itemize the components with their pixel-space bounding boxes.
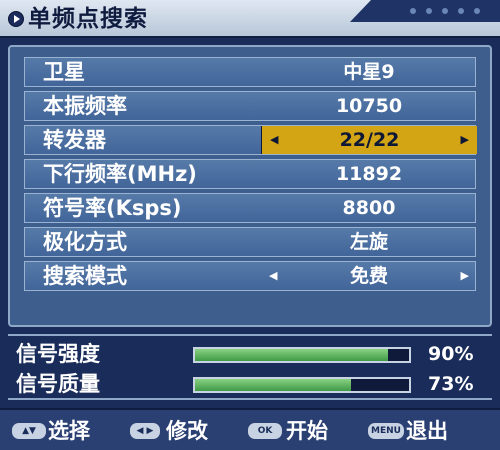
- arrow-right-icon[interactable]: ▶: [461, 262, 469, 290]
- help-exit-label: 退出: [406, 419, 448, 443]
- param-value-selected[interactable]: ◀ 22/22 ▶: [261, 126, 477, 154]
- param-value: 11892: [335, 163, 403, 185]
- param-row-transponder[interactable]: 转发器 ◀ 22/22 ▶: [24, 125, 477, 155]
- signal-quality-fill: [195, 379, 352, 391]
- menu-key-icon: MENU: [368, 423, 404, 439]
- up-down-key-icon: ▲▼: [12, 423, 46, 439]
- param-value: 8800: [342, 197, 396, 219]
- signal-quality-label: 信号质量: [16, 372, 100, 396]
- param-value-text: 22/22: [339, 129, 400, 151]
- help-start-label: 开始: [286, 419, 328, 443]
- param-label: 卫星: [43, 60, 85, 84]
- param-label: 极化方式: [43, 230, 127, 254]
- param-label: 本振频率: [43, 94, 127, 118]
- param-row-symbol-rate[interactable]: 符号率(Ksps) 8800: [24, 193, 476, 223]
- page-title: 单频点搜索: [28, 6, 148, 32]
- left-right-key-icon: ◀ ▶: [130, 423, 160, 439]
- signal-strength-fill: [195, 349, 388, 361]
- deco-dot: [426, 8, 432, 14]
- help-select-label: 选择: [48, 419, 90, 443]
- param-label: 搜索模式: [43, 264, 127, 288]
- param-row-satellite[interactable]: 卫星 中星9: [24, 57, 476, 87]
- help-bar: ▲▼ 选择 ◀ ▶ 修改 OK 开始 MENU 退出: [0, 408, 500, 450]
- param-row-search-mode[interactable]: 搜索模式 ◀ 免费 ▶: [24, 261, 476, 291]
- param-value: 10750: [335, 95, 403, 117]
- deco-dot: [458, 8, 464, 14]
- param-value: 左旋: [349, 231, 388, 253]
- ok-key-icon: OK: [248, 423, 282, 439]
- param-value-text: 免费: [349, 265, 388, 287]
- deco-dot: [474, 8, 480, 14]
- single-frequency-search-screen: 单频点搜索 卫星 中星9 本振频率 10750 转发器 ◀ 22/22 ▶ 下行…: [0, 0, 500, 450]
- signal-quality-percent: 73%: [428, 373, 474, 395]
- parameter-panel: 卫星 中星9 本振频率 10750 转发器 ◀ 22/22 ▶ 下行频率(MHz…: [8, 45, 492, 327]
- signal-quality-bar: [193, 377, 411, 393]
- arrow-left-icon[interactable]: ◀: [269, 262, 277, 290]
- help-modify-label: 修改: [166, 419, 208, 443]
- title-decoration: [350, 0, 500, 22]
- deco-dot: [410, 8, 416, 14]
- param-label: 下行频率(MHz): [43, 162, 197, 186]
- arrow-left-icon[interactable]: ◀: [270, 126, 278, 154]
- signal-strength-percent: 90%: [428, 343, 474, 365]
- param-value[interactable]: ◀ 免费 ▶: [261, 262, 477, 290]
- deco-dot: [442, 8, 448, 14]
- param-row-polarization[interactable]: 极化方式 左旋: [24, 227, 476, 257]
- signal-panel: 信号强度 90% 信号质量 73%: [8, 334, 492, 400]
- param-row-lnb-frequency[interactable]: 本振频率 10750: [24, 91, 476, 121]
- param-value: 中星9: [343, 61, 395, 83]
- arrow-right-icon[interactable]: ▶: [461, 126, 469, 154]
- signal-strength-label: 信号强度: [16, 342, 100, 366]
- param-label: 符号率(Ksps): [43, 196, 182, 220]
- param-row-downlink-frequency[interactable]: 下行频率(MHz) 11892: [24, 159, 476, 189]
- param-label: 转发器: [43, 128, 106, 152]
- signal-strength-bar: [193, 347, 411, 363]
- title-bar: 单频点搜索: [0, 0, 500, 38]
- play-icon: [8, 11, 24, 27]
